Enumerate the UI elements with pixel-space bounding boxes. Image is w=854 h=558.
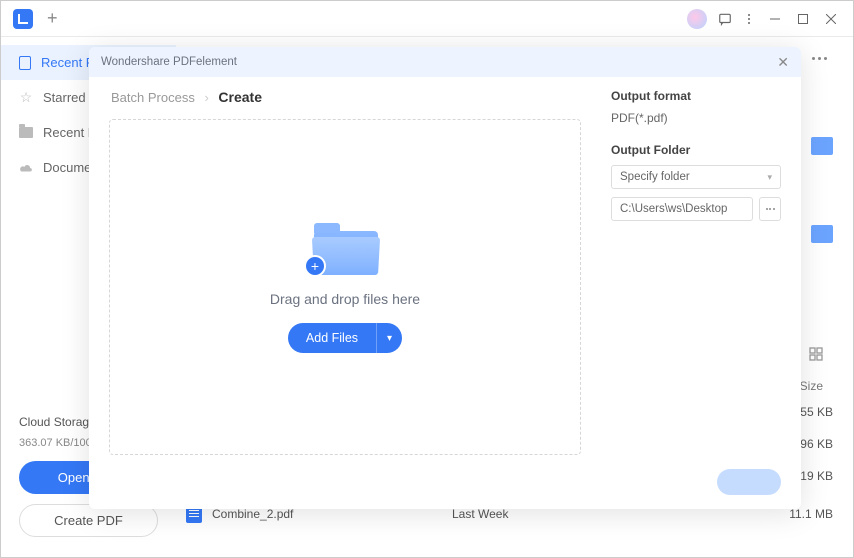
output-format-value: PDF(*.pdf) — [611, 111, 781, 125]
apply-button[interactable] — [717, 469, 781, 495]
modal-header: Wondershare PDFelement ✕ — [89, 47, 801, 77]
breadcrumb-current: Create — [218, 89, 262, 105]
output-folder-input[interactable] — [611, 197, 753, 221]
output-format-label: Output format — [611, 89, 781, 103]
grid-view-icon[interactable] — [809, 347, 823, 361]
folder-icon — [19, 127, 33, 138]
dropzone-text: Drag and drop files here — [270, 291, 420, 307]
content-more-button[interactable] — [812, 57, 827, 60]
size-column-header: Size — [800, 379, 823, 393]
folder-illustration-icon: + — [310, 221, 380, 275]
browse-folder-button[interactable] — [759, 197, 781, 221]
minimize-button[interactable] — [761, 7, 789, 31]
titlebar: + — [1, 1, 853, 37]
batch-process-modal: Wondershare PDFelement ✕ Batch Process ›… — [89, 47, 801, 509]
select-value: Specify folder — [620, 171, 690, 183]
star-icon: ☆ — [19, 91, 33, 105]
add-files-button[interactable]: Add Files — [288, 323, 376, 353]
file-thumbnail[interactable] — [811, 225, 833, 243]
chevron-right-icon: › — [204, 90, 208, 105]
folder-mode-select[interactable]: Specify folder ▾ — [611, 165, 781, 189]
more-menu-button[interactable] — [737, 7, 761, 31]
file-icon — [19, 56, 31, 70]
file-dropzone[interactable]: + Drag and drop files here Add Files ▾ — [109, 119, 581, 455]
file-name: Combine_2.pdf — [212, 507, 452, 521]
modal-close-button[interactable]: ✕ — [777, 54, 789, 71]
close-button[interactable] — [817, 7, 845, 31]
breadcrumb: Batch Process › Create — [109, 89, 581, 105]
maximize-button[interactable] — [789, 7, 817, 31]
file-date: Last Week — [452, 507, 632, 521]
comment-icon[interactable] — [713, 7, 737, 31]
plus-badge-icon: + — [304, 255, 326, 277]
breadcrumb-parent[interactable]: Batch Process — [111, 90, 195, 105]
cloud-icon — [19, 161, 33, 175]
add-files-dropdown-button[interactable]: ▾ — [376, 323, 402, 353]
app-logo-icon — [13, 9, 33, 29]
user-avatar[interactable] — [687, 9, 707, 29]
modal-title: Wondershare PDFelement — [101, 56, 237, 68]
chevron-down-icon: ▾ — [767, 172, 772, 183]
new-tab-button[interactable]: + — [47, 8, 58, 29]
file-thumbnail[interactable] — [811, 137, 833, 155]
output-folder-label: Output Folder — [611, 143, 781, 157]
file-size: 11.1 MB — [789, 507, 833, 521]
